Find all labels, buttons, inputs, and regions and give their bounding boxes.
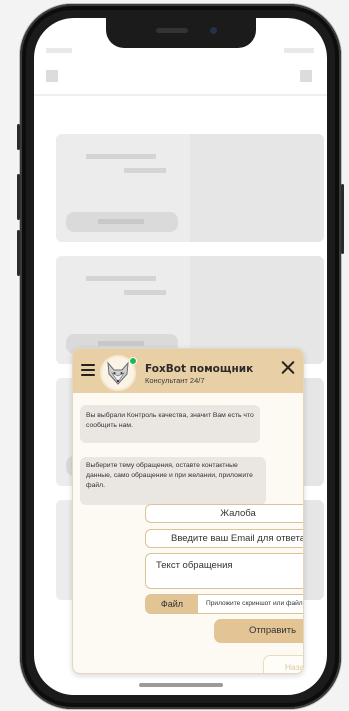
message-placeholder: Текст обращения [156,560,233,571]
bot-message: Выберите тему обращения, оставте контакт… [80,457,266,505]
file-upload: Файл Приложите скриншот или файл [145,594,303,614]
skeleton-top-line-left [46,48,72,53]
skeleton-card [56,134,324,242]
home-indicator [139,683,223,687]
close-icon[interactable] [281,360,295,374]
chat-header: FoxBot помощник Консультант 24/7 [73,349,303,393]
skeleton-button [66,212,178,232]
skeleton-line [86,276,156,281]
bot-message: Вы выбрали Контроль качества, значит Вам… [80,405,260,443]
camera [210,27,217,34]
notch [106,18,256,48]
bot-status: Консультант 24/7 [145,376,205,385]
back-button[interactable]: Назад [263,655,303,673]
file-button[interactable]: Файл [146,595,198,613]
power-button [341,184,344,254]
skeleton-divider [34,94,327,96]
mute-switch [17,124,20,150]
bot-name: FoxBot помощник [145,363,254,375]
online-status-dot [129,357,137,365]
volume-up-button [17,174,20,220]
topic-select-value: Жалоба [220,508,256,519]
skeleton-cart-icon [300,70,312,82]
speaker [156,28,188,33]
skeleton-line [124,290,166,295]
phone-frame: FoxBot помощник Консультант 24/7 Вы выбр… [17,4,344,709]
skeleton-menu-icon [46,70,58,82]
skeleton-line [86,154,156,159]
topic-select[interactable]: Жалоба [145,504,303,523]
chat-widget: FoxBot помощник Консультант 24/7 Вы выбр… [72,348,304,674]
skeleton-top-line-right [284,48,314,53]
hamburger-icon[interactable] [81,364,95,376]
email-placeholder: Введите ваш Email для ответа [171,533,304,544]
message-textarea[interactable]: Текст обращения [145,553,303,589]
skeleton-line [124,168,166,173]
email-field[interactable]: Введите ваш Email для ответа [145,529,304,548]
volume-down-button [17,230,20,276]
phone-screen: FoxBot помощник Консультант 24/7 Вы выбр… [34,18,327,695]
send-button[interactable]: Отправить [214,619,303,643]
file-hint: Приложите скриншот или файл [206,600,303,607]
